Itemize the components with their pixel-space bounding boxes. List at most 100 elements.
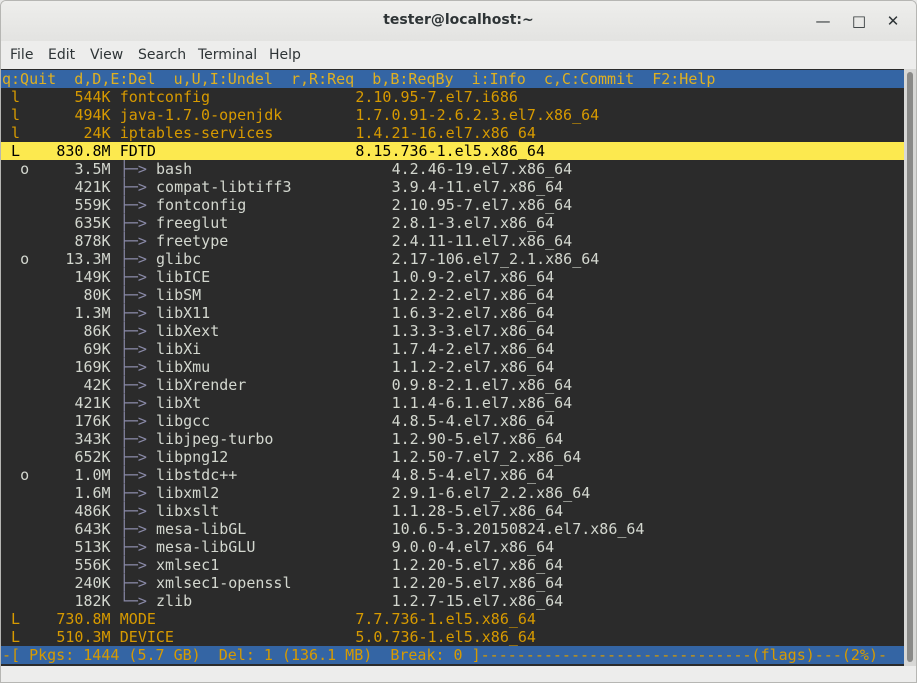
tree-branch-icon: ├─>	[119, 358, 156, 376]
dependency-row[interactable]: o 3.5M ├─> bash 4.2.46-19.el7.x86_64	[1, 160, 904, 178]
dependency-version: 2.10.95-7.el7.x86_64	[391, 196, 573, 214]
package-size: 730.8M	[56, 610, 111, 628]
tree-branch-icon: └─>	[119, 592, 156, 610]
dependency-row[interactable]: 643K ├─> mesa-libGL 10.6.5-3.20150824.el7.…	[1, 520, 904, 538]
dependency-row[interactable]: 652K ├─> libpng12 1.2.50-7.el7_2.x86_64	[1, 448, 904, 466]
dependency-name: compat-libtiff3	[156, 178, 292, 196]
dependency-name: fontconfig	[156, 196, 247, 214]
dependency-version: 4.8.5-4.el7.x86_64	[391, 412, 555, 430]
tree-branch-icon: ├─>	[119, 412, 156, 430]
package-flag: l	[11, 106, 21, 124]
package-row-selected[interactable]: L 830.8M FDTD 8.15.736-1.el5.x86_64	[1, 142, 904, 160]
tree-branch-icon: ├─>	[119, 520, 156, 538]
dependency-version: 4.2.46-19.el7.x86_64	[391, 160, 573, 178]
menu-edit[interactable]: Edit	[48, 47, 75, 63]
dependency-row[interactable]: 513K ├─> mesa-libGLU 9.0.0-4.el7.x86_64	[1, 538, 904, 556]
menu-help[interactable]: Help	[269, 47, 301, 63]
dependency-version: 1.2.90-5.el7.x86_64	[391, 430, 564, 448]
package-flag: L	[11, 142, 21, 160]
dependency-row[interactable]: 421K ├─> libXt 1.1.4-6.1.el7.x86_64	[1, 394, 904, 412]
close-icon[interactable]: ✕	[883, 11, 903, 31]
scrollbar-thumb[interactable]	[907, 72, 913, 662]
dependency-size: 86K	[83, 322, 111, 340]
tree-branch-icon: ├─>	[119, 196, 156, 214]
package-flag: L	[11, 628, 21, 646]
menu-search[interactable]: Search	[138, 47, 186, 63]
dependency-row[interactable]: 240K ├─> xmlsec1-openssl 1.2.20-5.el7.x86_…	[1, 574, 904, 592]
package-row[interactable]: L 510.3M DEVICE 5.0.736-1.el5.x86_64	[1, 628, 904, 646]
package-size: 494K	[74, 106, 111, 124]
package-row[interactable]: l 494K java-1.7.0-openjdk 1.7.0.91-2.6.2.3.…	[1, 106, 904, 124]
dependency-row[interactable]: o 13.3M ├─> glibc 2.17-106.el7_2.1.x86_64	[1, 250, 904, 268]
dependency-size: 421K	[74, 178, 111, 196]
menu-file[interactable]: File	[10, 47, 33, 63]
dependency-name: libgcc	[156, 412, 211, 430]
package-row[interactable]: l 544K fontconfig 2.10.95-7.el7.i686	[1, 88, 904, 106]
dependency-row[interactable]: 556K ├─> xmlsec1 1.2.20-5.el7.x86_64	[1, 556, 904, 574]
dependency-name: libXt	[156, 394, 202, 412]
dependency-version: 3.9.4-11.el7.x86_64	[391, 178, 564, 196]
dependency-row[interactable]: 1.3M ├─> libX11 1.6.3-2.el7.x86_64	[1, 304, 904, 322]
dependency-row[interactable]: 86K ├─> libXext 1.3.3-3.el7.x86_64	[1, 322, 904, 340]
package-size: 510.3M	[56, 628, 111, 646]
tree-branch-icon: ├─>	[119, 430, 156, 448]
tree-branch-icon: ├─>	[119, 556, 156, 574]
dependency-row[interactable]: 559K ├─> fontconfig 2.10.95-7.el7.x86_64	[1, 196, 904, 214]
dependency-name: libxml2	[156, 484, 220, 502]
dependency-row[interactable]: 42K ├─> libXrender 0.9.8-2.1.el7.x86_64	[1, 376, 904, 394]
dependency-row[interactable]: 343K ├─> libjpeg-turbo 1.2.90-5.el7.x86_64	[1, 430, 904, 448]
dependency-name: libXi	[156, 340, 202, 358]
dependency-name: libX11	[156, 304, 211, 322]
dependency-version: 1.2.20-5.el7.x86_64	[391, 556, 564, 574]
terminal-scrollbar[interactable]	[904, 69, 916, 666]
tree-branch-icon: ├─>	[119, 304, 156, 322]
dependency-size: 643K	[74, 520, 111, 538]
title-bar[interactable]: tester@localhost:~ — □ ✕	[1, 1, 916, 41]
dependency-row[interactable]: 149K ├─> libICE 1.0.9-2.el7.x86_64	[1, 268, 904, 286]
dependency-row[interactable]: 169K ├─> libXmu 1.1.2-2.el7.x86_64	[1, 358, 904, 376]
keybinding-bar[interactable]: q:Quit d,D,E:Del u,U,I:Undel r,R:Req b,B…	[1, 70, 904, 88]
dependency-row[interactable]: 1.6M ├─> libxml2 2.9.1-6.el7_2.2.x86_64	[1, 484, 904, 502]
package-row[interactable]: l 24K iptables-services 1.4.21-16.el7.x86_6…	[1, 124, 904, 142]
dependency-row[interactable]: 486K ├─> libxslt 1.1.28-5.el7.x86_64	[1, 502, 904, 520]
dependency-row[interactable]: 176K ├─> libgcc 4.8.5-4.el7.x86_64	[1, 412, 904, 430]
terminal-window: tester@localhost:~ — □ ✕ File Edit View …	[0, 0, 917, 683]
dependency-row[interactable]: o 1.0M ├─> libstdc++ 4.8.5-4.el7.x86_64	[1, 466, 904, 484]
dependency-size: 513K	[74, 538, 111, 556]
dependency-size: 556K	[74, 556, 111, 574]
dependency-row[interactable]: 69K ├─> libXi 1.7.4-2.el7.x86_64	[1, 340, 904, 358]
dependency-name: mesa-libGLU	[156, 538, 256, 556]
dependency-version: 1.2.20-5.el7.x86_64	[391, 574, 564, 592]
dependency-size: 421K	[74, 394, 111, 412]
package-name: DEVICE	[119, 628, 174, 646]
package-name: MODE	[119, 610, 156, 628]
menu-terminal[interactable]: Terminal	[198, 47, 257, 63]
dependency-version: 1.3.3-3.el7.x86_64	[391, 322, 555, 340]
dependency-row[interactable]: 80K ├─> libSM 1.2.2-2.el7.x86_64	[1, 286, 904, 304]
package-row[interactable]: L 730.8M MODE 7.7.736-1.el5.x86_64	[1, 610, 904, 628]
dependency-version: 1.0.9-2.el7.x86_64	[391, 268, 555, 286]
minimize-icon[interactable]: —	[813, 11, 833, 31]
package-name: java-1.7.0-openjdk	[119, 106, 283, 124]
dependency-version: 2.9.1-6.el7_2.2.x86_64	[391, 484, 591, 502]
dependency-version: 9.0.0-4.el7.x86_64	[391, 538, 555, 556]
dependency-row[interactable]: 878K ├─> freetype 2.4.11-11.el7.x86_64	[1, 232, 904, 250]
dependency-row[interactable]: 635K ├─> freeglut 2.8.1-3.el7.x86_64	[1, 214, 904, 232]
dependency-size: 1.0M	[74, 466, 111, 484]
dependency-version: 10.6.5-3.20150824.el7.x86_64	[391, 520, 645, 538]
tree-branch-icon: ├─>	[119, 268, 156, 286]
menu-view[interactable]: View	[90, 47, 123, 63]
dependency-size: 176K	[74, 412, 111, 430]
dependency-row[interactable]: 421K ├─> compat-libtiff3 3.9.4-11.el7.x86_…	[1, 178, 904, 196]
dependency-name: zlib	[156, 592, 193, 610]
tree-branch-icon: ├─>	[119, 574, 156, 592]
tree-branch-icon: ├─>	[119, 232, 156, 250]
terminal-screen[interactable]: q:Quit d,D,E:Del u,U,I:Undel r,R:Req b,B…	[1, 69, 904, 666]
package-name: FDTD	[119, 142, 156, 160]
tree-branch-icon: ├─>	[119, 214, 156, 232]
dependency-row[interactable]: 182K └─> zlib 1.2.7-15.el7.x86_64	[1, 592, 904, 610]
dependency-size: 559K	[74, 196, 111, 214]
maximize-icon[interactable]: □	[849, 11, 869, 31]
package-version: 7.7.736-1.el5.x86_64	[355, 610, 536, 628]
tree-branch-icon: ├─>	[119, 466, 156, 484]
